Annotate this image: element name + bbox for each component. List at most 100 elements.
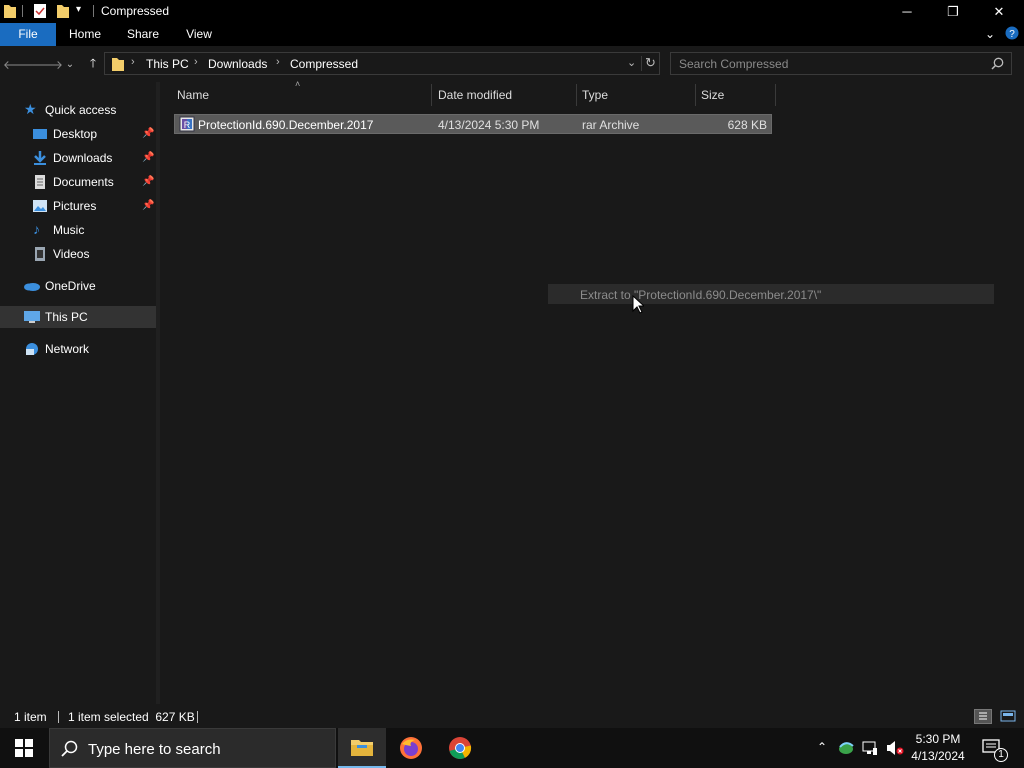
chevron-down-icon: ⌄ bbox=[65, 58, 75, 70]
start-button[interactable] bbox=[0, 728, 48, 768]
separator bbox=[197, 711, 198, 723]
sidebar-item-label: Downloads bbox=[53, 151, 113, 165]
customize-toolbar-icon[interactable]: ▾ bbox=[76, 4, 81, 15]
separator bbox=[93, 5, 94, 17]
taskbar-file-explorer[interactable] bbox=[338, 728, 386, 768]
back-button[interactable]: 🡐 bbox=[3, 54, 35, 74]
network-status-icon[interactable] bbox=[838, 740, 854, 759]
sidebar-item-this-pc[interactable]: This PC bbox=[0, 306, 156, 328]
firefox-icon bbox=[400, 737, 422, 759]
search-placeholder: Search Compressed bbox=[679, 57, 789, 71]
column-header-type[interactable]: Type bbox=[576, 82, 695, 108]
search-icon bbox=[991, 57, 1004, 73]
taskbar-search-placeholder: Type here to search bbox=[88, 741, 221, 758]
large-icons-view-button[interactable] bbox=[1000, 709, 1016, 726]
sidebar-item-videos[interactable]: Videos bbox=[0, 243, 156, 265]
restore-button[interactable]: ❐ bbox=[930, 0, 976, 23]
tab-share[interactable]: Share bbox=[120, 23, 166, 46]
pin-icon: 📌 bbox=[142, 176, 155, 187]
new-folder-icon[interactable] bbox=[56, 3, 70, 22]
sidebar-item-downloads[interactable]: Downloads 📌 bbox=[0, 147, 156, 169]
forward-button[interactable]: 🡒 bbox=[31, 54, 63, 74]
tab-home[interactable]: Home bbox=[62, 23, 108, 46]
file-size: 628 KB bbox=[727, 118, 767, 132]
separator bbox=[58, 711, 59, 723]
help-icon[interactable]: ? bbox=[1005, 26, 1019, 43]
column-divider[interactable] bbox=[775, 84, 776, 106]
sidebar-item-network[interactable]: Network bbox=[0, 338, 156, 360]
sidebar-item-label: This PC bbox=[45, 310, 88, 324]
volume-muted-icon[interactable] bbox=[886, 740, 904, 759]
file-date: 4/13/2024 5:30 PM bbox=[438, 118, 540, 132]
minimize-button[interactable]: ─ bbox=[884, 0, 930, 23]
folder-icon bbox=[111, 56, 125, 75]
window-title: Compressed bbox=[101, 4, 170, 18]
selection-info: 1 item selected 627 KB bbox=[68, 710, 195, 724]
close-button[interactable]: ✕ bbox=[976, 0, 1022, 23]
cloud-icon bbox=[23, 279, 40, 293]
address-bar[interactable]: › This PC › Downloads › Compressed ⌄ ↻ bbox=[104, 52, 660, 75]
sidebar-item-label: Desktop bbox=[53, 127, 98, 141]
title-bar: ▾ Compressed ─ ❐ ✕ bbox=[0, 0, 1024, 23]
sidebar-item-onedrive[interactable]: OneDrive bbox=[0, 275, 156, 297]
refresh-icon[interactable]: ↻ bbox=[645, 55, 656, 71]
sidebar-item-desktop[interactable]: Desktop 📌 bbox=[0, 123, 156, 145]
restore-icon: ❐ bbox=[947, 3, 959, 19]
pin-icon: 📌 bbox=[142, 152, 155, 163]
documents-icon bbox=[32, 175, 48, 189]
column-label: Date modified bbox=[438, 88, 513, 102]
ribbon-tabs: File Home Share View ⌄ ? bbox=[0, 23, 1024, 46]
column-label: Name bbox=[177, 88, 210, 102]
breadcrumb-downloads[interactable]: Downloads bbox=[208, 57, 267, 71]
navigation-pane: ★ Quick access Desktop 📌 Downloads 📌 Doc… bbox=[0, 82, 156, 704]
notification-badge: 1 bbox=[994, 748, 1008, 762]
item-count: 1 item bbox=[14, 710, 47, 724]
breadcrumb-this-pc[interactable]: This PC bbox=[146, 57, 189, 71]
search-input[interactable]: Search Compressed bbox=[670, 52, 1012, 75]
taskbar-firefox[interactable] bbox=[387, 728, 435, 768]
sidebar-item-documents[interactable]: Documents 📌 bbox=[0, 171, 156, 193]
chevron-right-icon: › bbox=[131, 56, 135, 68]
search-icon bbox=[61, 740, 78, 760]
sidebar-item-music[interactable]: ♪ Music bbox=[0, 219, 156, 241]
sidebar-item-pictures[interactable]: Pictures 📌 bbox=[0, 195, 156, 217]
star-icon: ★ bbox=[24, 101, 37, 117]
windows-logo-icon bbox=[15, 739, 33, 757]
details-view-button[interactable] bbox=[974, 709, 992, 724]
sidebar-item-quick-access[interactable]: ★ Quick access bbox=[0, 99, 156, 121]
separator bbox=[22, 5, 23, 17]
desktop-icon bbox=[32, 127, 48, 141]
file-name: ProtectionId.690.December.2017 bbox=[198, 118, 374, 132]
sidebar-item-label: Videos bbox=[53, 247, 90, 261]
sidebar-item-label: Quick access bbox=[45, 103, 117, 117]
clock-date: 4/13/2024 bbox=[911, 749, 965, 763]
expand-ribbon-icon[interactable]: ⌄ bbox=[985, 27, 995, 41]
taskbar: Type here to search ⌃ 5:30 PM 4/13/2024 … bbox=[0, 728, 1024, 768]
taskbar-chrome[interactable] bbox=[436, 728, 484, 768]
show-hidden-icons-icon[interactable]: ⌃ bbox=[817, 740, 827, 754]
ethernet-icon[interactable] bbox=[862, 740, 878, 759]
videos-icon bbox=[32, 247, 48, 261]
system-clock[interactable]: 5:30 PM 4/13/2024 bbox=[904, 731, 972, 765]
close-icon: ✕ bbox=[993, 3, 1005, 19]
chevron-right-icon: › bbox=[194, 56, 198, 68]
properties-icon[interactable] bbox=[33, 3, 47, 22]
column-label: Size bbox=[701, 88, 725, 102]
tab-file[interactable]: File bbox=[0, 23, 56, 46]
sidebar-item-label: Documents bbox=[53, 175, 114, 189]
status-bar: 1 item 1 item selected 627 KB bbox=[0, 704, 1024, 728]
taskbar-search-input[interactable]: Type here to search bbox=[49, 728, 336, 768]
up-button[interactable]: 🡑 bbox=[82, 54, 104, 74]
address-dropdown-icon[interactable]: ⌄ bbox=[627, 56, 636, 69]
breadcrumb-compressed[interactable]: Compressed bbox=[290, 57, 358, 71]
column-header-size[interactable]: Size bbox=[695, 82, 775, 108]
column-header-date-modified[interactable]: Date modified bbox=[432, 82, 576, 108]
tab-view[interactable]: View bbox=[177, 23, 221, 46]
table-row[interactable]: R ProtectionId.690.December.2017 4/13/20… bbox=[174, 114, 772, 134]
separator bbox=[641, 56, 642, 71]
svg-text:?: ? bbox=[1009, 29, 1015, 40]
column-header-name[interactable]: Name ˄ bbox=[171, 79, 431, 108]
file-explorer-icon bbox=[351, 740, 373, 756]
recent-locations-button[interactable]: ⌄ bbox=[62, 54, 78, 74]
forward-arrow-icon: 🡒 bbox=[30, 57, 64, 72]
